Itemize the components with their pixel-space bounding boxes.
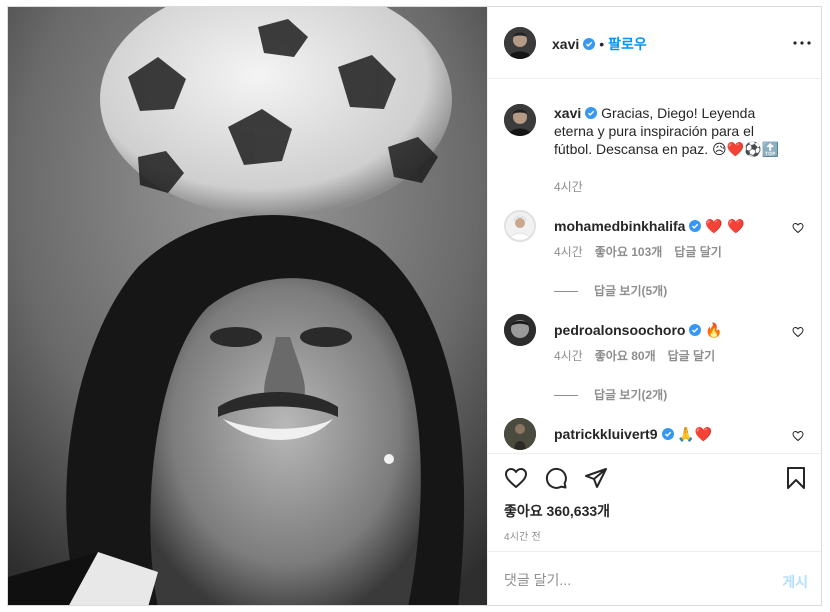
reply-button[interactable]: 답글 달기 [674, 245, 722, 259]
caption-text-block: xavi Gracias, Diego! Leyenda eterna y pu… [554, 104, 790, 159]
verified-badge-icon [689, 324, 702, 336]
comment-avatar[interactable] [504, 418, 536, 450]
post-actions: 좋아요 360,633개 4시간 전 [488, 453, 821, 563]
view-replies-label: 답글 보기(5개) [594, 284, 668, 298]
replies-divider [554, 395, 578, 397]
likes-count[interactable]: 좋아요 360,633개 [504, 501, 610, 521]
comment-input[interactable] [504, 568, 754, 592]
comment-likes[interactable]: 좋아요 80개 [595, 349, 656, 363]
comment-emojis: 🙏❤️ [677, 427, 713, 443]
comments-list[interactable]: xavi Gracias, Diego! Leyenda eterna y pu… [488, 80, 821, 453]
reply-button[interactable]: 답글 달기 [668, 349, 716, 363]
more-horizontal-icon[interactable] [790, 31, 814, 55]
comment-likes[interactable]: 좋아요 103개 [595, 245, 663, 259]
comment-avatar[interactable] [504, 210, 536, 242]
caption-meta: 4시간 [554, 178, 595, 195]
heart-icon[interactable] [504, 466, 528, 490]
bookmark-icon[interactable] [784, 466, 808, 490]
caption-avatar-image [504, 104, 536, 136]
post-photo[interactable] [8, 7, 487, 605]
comment-item: mohamedbinkhalifa ❤️ ❤️ 4시간 좋아요 103개 답글 달기… [504, 210, 804, 310]
verified-badge-icon [689, 220, 702, 232]
comment-like-heart-icon[interactable] [792, 326, 804, 338]
author-avatar[interactable] [504, 27, 536, 59]
add-comment-bar: 게시 [488, 551, 821, 605]
comment-username[interactable]: pedroalonsoochoro [554, 322, 685, 338]
caption-username[interactable]: xavi [554, 105, 581, 121]
post-comment-button[interactable]: 게시 [782, 572, 808, 592]
view-replies-button[interactable]: 답글 보기(2개) [554, 386, 667, 403]
post-timestamp: 4시간 전 [504, 532, 541, 543]
caption-avatar[interactable] [504, 104, 536, 136]
header-separator: • [599, 36, 605, 52]
view-replies-button[interactable]: 답글 보기(5개) [554, 282, 667, 299]
follow-button[interactable]: 팔로우 [608, 36, 647, 52]
author-avatar-image [504, 27, 536, 59]
comment-like-heart-icon[interactable] [792, 430, 804, 442]
caption-time: 4시간 [554, 180, 583, 194]
comment-item: pedroalonsoochoro 🔥 4시간 좋아요 80개 답글 달기 답글 보… [504, 314, 804, 414]
post-photo-image [8, 7, 487, 605]
comment-time: 4시간 [554, 349, 583, 363]
comment-like-heart-icon[interactable] [792, 222, 804, 234]
caption-emojis: 😥❤️⚽🔝 [712, 142, 779, 158]
header-user-line: xavi • 팔로우 [552, 34, 647, 54]
comment-text-block: pedroalonsoochoro 🔥 [554, 321, 790, 340]
comment-avatar[interactable] [504, 314, 536, 346]
verified-badge-icon [583, 38, 596, 50]
replies-divider [554, 291, 578, 293]
comment-emojis: ❤️ ❤️ [705, 219, 745, 235]
comment-avatar-image [504, 418, 536, 450]
paper-plane-icon[interactable] [584, 466, 608, 490]
view-replies-label: 답글 보기(2개) [594, 388, 668, 402]
verified-badge-icon [661, 428, 674, 440]
verified-badge-icon [585, 107, 598, 119]
post-header: xavi • 팔로우 [488, 7, 821, 79]
comment-avatar-image [504, 314, 536, 346]
comment-meta: 4시간 좋아요 80개 답글 달기 [554, 347, 727, 364]
comment-text-block: patrickkluivert9 🙏❤️ [554, 425, 790, 444]
comment-meta: 4시간 좋아요 103개 답글 달기 [554, 243, 734, 260]
comment-username[interactable]: patrickkluivert9 [554, 426, 658, 442]
instagram-post-modal: xavi • 팔로우 xavi Gracias, Diego! Leyenda … [7, 6, 822, 606]
comment-emojis: 🔥 [705, 323, 723, 339]
comment-item: patrickkluivert9 🙏❤️ [504, 418, 804, 453]
comment-time: 4시간 [554, 245, 583, 259]
comment-avatar-image [506, 212, 534, 240]
comment-username[interactable]: mohamedbinkhalifa [554, 218, 685, 234]
caption-comment: xavi Gracias, Diego! Leyenda eterna y pu… [504, 104, 804, 194]
comment-icon[interactable] [544, 466, 568, 490]
post-side-panel: xavi • 팔로우 xavi Gracias, Diego! Leyenda … [487, 7, 821, 605]
author-username[interactable]: xavi [552, 36, 579, 52]
comment-text-block: mohamedbinkhalifa ❤️ ❤️ [554, 217, 790, 236]
